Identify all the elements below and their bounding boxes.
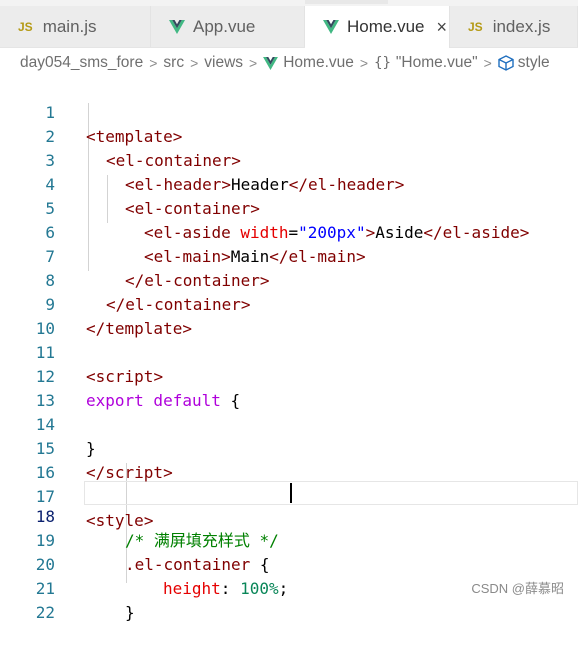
tab-main-js[interactable]: JS main.js: [0, 6, 151, 47]
breadcrumb-folder-views[interactable]: views: [204, 54, 243, 72]
chevron-right-icon: >: [249, 55, 258, 71]
code-line: 10: [0, 293, 578, 338]
tab-home-vue[interactable]: Home.vue ×: [305, 6, 450, 48]
code-line: 19 .el-container {: [0, 505, 578, 574]
vue-file-icon: [169, 19, 185, 34]
tab-label: Home.vue: [347, 17, 425, 36]
code-line: 5 <el-aside width="200px">Aside</el-asid…: [0, 173, 578, 242]
breadcrumb-project[interactable]: day054_sms_fore: [20, 54, 143, 72]
code-line: 16: [0, 437, 578, 482]
chevron-right-icon: >: [190, 55, 199, 71]
watermark: CSDN @薛慕昭: [471, 581, 564, 596]
code-line: 7 </el-container>: [0, 221, 578, 290]
vue-file-icon: [323, 20, 339, 34]
tab-label: index.js: [492, 16, 551, 36]
close-icon[interactable]: ×: [436, 17, 447, 38]
code-line: 8 </el-container>: [0, 245, 578, 314]
code-line: 13: [0, 365, 578, 410]
code-line: 9 </template>: [0, 269, 578, 338]
vue-file-icon: [263, 56, 279, 70]
code-line: 21 }: [0, 553, 578, 622]
code-line: 15 </script>: [0, 413, 578, 482]
code-line: 12 export default {: [0, 341, 578, 410]
tab-label: main.js: [42, 16, 97, 36]
breadcrumb-folder-src[interactable]: src: [163, 54, 184, 72]
breadcrumb-symbol[interactable]: "Home.vue": [396, 54, 478, 72]
chevron-right-icon: >: [149, 55, 158, 71]
code-line: 3 <el-header>Header</el-header>: [0, 125, 578, 194]
code-line: 11 <script>: [0, 317, 578, 386]
code-line: 2 <el-container>: [0, 101, 578, 170]
breadcrumb-section[interactable]: style: [518, 54, 550, 72]
js-file-icon: JS: [18, 19, 33, 34]
code-line: 6 <el-main>Main</el-main>: [0, 197, 578, 266]
tab-top-accent: [305, 0, 388, 4]
breadcrumb-file[interactable]: Home.vue: [283, 54, 354, 72]
tab-app-vue[interactable]: App.vue: [151, 6, 305, 47]
code-line-active: 18 /* 满屏填充样式 */: [0, 481, 578, 550]
editor-tab-bar: JS main.js App.vue Home.vue × JS index.j…: [0, 0, 578, 48]
breadcrumb: day054_sms_fore > src > views > Home.vue…: [0, 47, 578, 79]
code-line: 4 <el-container>: [0, 149, 578, 218]
text-cursor: [290, 483, 292, 503]
braces-icon: {}: [374, 55, 391, 71]
code-line: 14 }: [0, 389, 578, 458]
cube-icon: [498, 55, 514, 71]
code-line: 20 height: 100%;: [0, 529, 578, 598]
js-file-icon: JS: [468, 19, 483, 34]
tab-label: App.vue: [193, 16, 256, 36]
tab-index-js[interactable]: JS index.js: [450, 6, 578, 47]
code-line: 1 <template>: [0, 77, 578, 146]
chevron-right-icon: >: [483, 55, 492, 71]
code-editor[interactable]: 1 <template> 2 <el-container> 3 <el-head…: [0, 77, 578, 622]
chevron-right-icon: >: [359, 55, 369, 71]
